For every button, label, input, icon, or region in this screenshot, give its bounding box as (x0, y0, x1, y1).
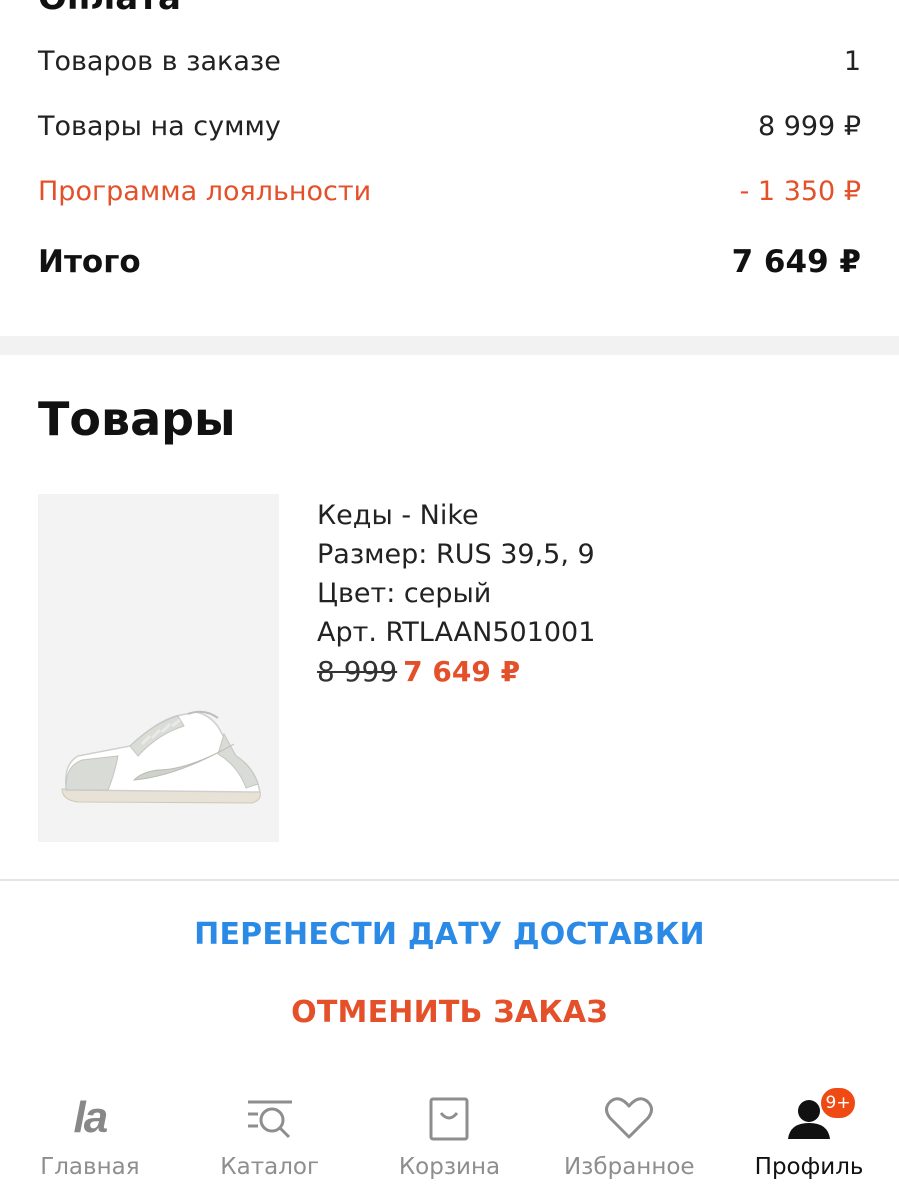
actions-divider (0, 879, 899, 881)
tab-cart[interactable]: Корзина (360, 1080, 540, 1200)
tab-home[interactable]: la Главная (0, 1080, 180, 1200)
items-sum-label: Товары на сумму (38, 111, 281, 142)
product-image[interactable] (38, 494, 279, 842)
tab-favorites[interactable]: Избранное (539, 1080, 719, 1200)
new-price: 7 649 ₽ (403, 655, 521, 688)
products-title: Товары (38, 392, 236, 446)
tab-home-label: Главная (40, 1154, 140, 1180)
tab-profile-label: Профиль (754, 1154, 864, 1180)
product-name: Кеды - Nike (317, 500, 479, 531)
items-count-value: 1 (843, 46, 861, 77)
tab-profile[interactable]: 9+ Профиль (719, 1080, 899, 1200)
product-info[interactable]: Кеды - Nike Размер: RUS 39,5, 9 Цвет: се… (317, 496, 595, 691)
product-article: Арт. RTLAAN501001 (317, 617, 596, 648)
product-color: Цвет: серый (317, 578, 492, 609)
sneaker-image (38, 494, 279, 842)
payment-section-title: Оплата (38, 0, 181, 18)
total-row: Итого 7 649 ₽ (38, 244, 861, 280)
cart-bag-icon (419, 1092, 479, 1144)
total-value: 7 649 ₽ (731, 244, 861, 280)
la-logo-icon: la (73, 1093, 109, 1142)
items-count-label: Товаров в заказе (38, 46, 281, 77)
loyalty-label: Программа лояльности (38, 176, 372, 207)
tab-catalog-label: Каталог (220, 1154, 320, 1180)
loyalty-value: - 1 350 ₽ (739, 176, 861, 207)
reschedule-delivery-button[interactable]: ПЕРЕНЕСТИ ДАТУ ДОСТАВКИ (0, 917, 899, 952)
tab-catalog[interactable]: Каталог (180, 1080, 360, 1200)
loyalty-row: Программа лояльности - 1 350 ₽ (38, 176, 861, 207)
total-label: Итого (38, 244, 141, 280)
profile-icon: 9+ (779, 1086, 858, 1144)
product-size: Размер: RUS 39,5, 9 (317, 539, 595, 570)
catalog-icon (240, 1092, 300, 1144)
cancel-order-button[interactable]: ОТМЕНИТЬ ЗАКАЗ (0, 995, 899, 1030)
heart-icon (599, 1092, 659, 1144)
tab-cart-label: Корзина (398, 1154, 501, 1180)
tab-favorites-label: Избранное (563, 1154, 695, 1180)
old-price: 8 999 (317, 655, 398, 688)
items-sum-row: Товары на сумму 8 999 ₽ (38, 111, 861, 142)
notification-badge: 9+ (819, 1086, 858, 1120)
bottom-tab-bar: la Главная Каталог Корзина Избранное 9+ … (0, 1080, 899, 1200)
items-count-row: Товаров в заказе 1 (38, 46, 861, 77)
section-divider (0, 336, 899, 355)
items-sum-value: 8 999 ₽ (757, 111, 861, 142)
product-price: 8 999 7 649 ₽ (317, 652, 595, 691)
